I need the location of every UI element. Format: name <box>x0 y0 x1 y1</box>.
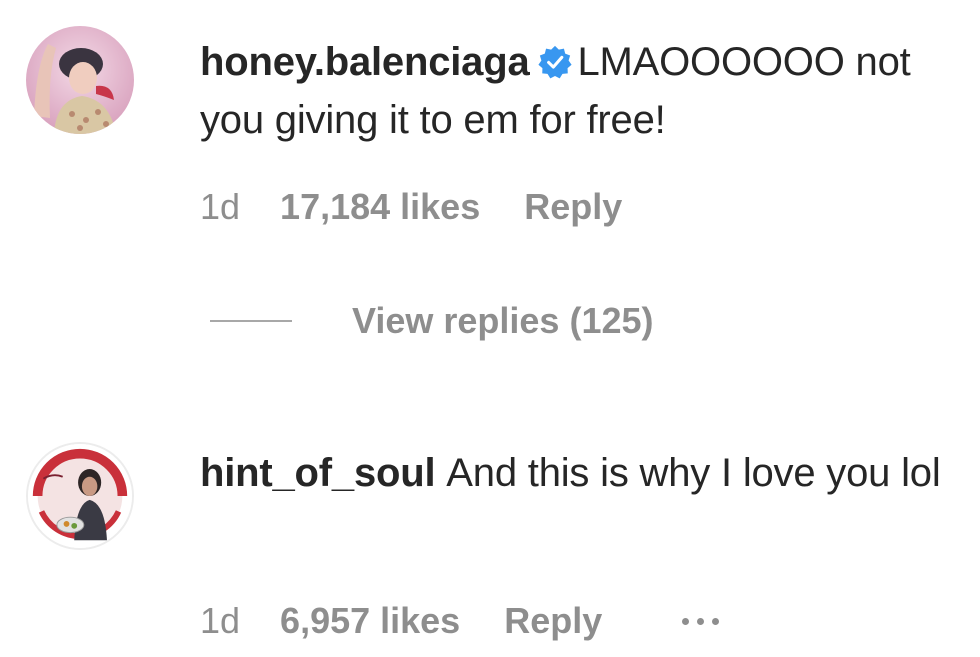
comment-timestamp: 1d <box>200 186 241 227</box>
comment-meta: 1d 6,957 likes Reply <box>200 600 720 642</box>
comment-username[interactable]: hint_of_soul <box>200 451 436 495</box>
comment-username[interactable]: honey.balenciaga <box>200 40 530 84</box>
comment-timestamp: 1d <box>200 600 241 641</box>
view-replies-label: View replies (125) <box>352 300 654 341</box>
dot <box>697 617 705 625</box>
more-horizontal-icon[interactable] <box>682 617 720 625</box>
likes-count[interactable]: 17,184 likes <box>280 186 480 228</box>
reply-button[interactable]: Reply <box>504 600 602 642</box>
comment-body: honey.balenciaga LMAOOOOOO not you givin… <box>200 33 970 149</box>
divider-line <box>210 320 292 322</box>
profile-photo <box>26 26 134 134</box>
avatar[interactable] <box>26 442 134 550</box>
comment-text: And this is why I love you lol <box>446 451 941 495</box>
dot <box>682 617 690 625</box>
reply-button[interactable]: Reply <box>524 186 622 228</box>
likes-count[interactable]: 6,957 likes <box>280 600 460 642</box>
comment-item: honey.balenciaga LMAOOOOOO not you givin… <box>0 0 980 270</box>
profile-photo <box>28 444 132 548</box>
comment-body: hint_of_soul And this is why I love you … <box>200 444 970 502</box>
verified-badge-icon <box>537 45 572 79</box>
avatar[interactable] <box>26 26 134 134</box>
comment-meta: 1d 17,184 likes Reply <box>200 186 622 228</box>
comment-item: hint_of_soul And this is why I love you … <box>0 420 980 657</box>
dot <box>712 617 720 625</box>
view-replies-button[interactable]: View replies (125) <box>210 300 654 342</box>
